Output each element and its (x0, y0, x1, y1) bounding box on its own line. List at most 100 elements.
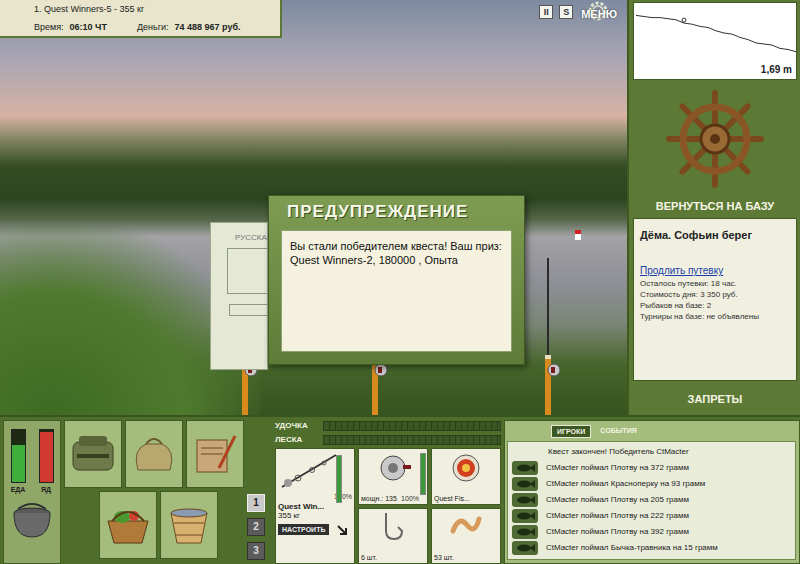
meter: ЯД (39, 429, 54, 493)
float-icon-part (575, 230, 581, 240)
fishing-rod-icon-part (378, 367, 382, 373)
helm-wheel-icon-part (710, 134, 720, 144)
log-tab[interactable]: СОБЫТИЯ (595, 425, 642, 438)
money-value: 74 488 967 руб. (175, 22, 241, 32)
money-label: Деньги: (137, 22, 169, 32)
base-info: Дёма. Софьин берегПродлить путевкуОстало… (633, 218, 797, 381)
pot-icon-part (14, 513, 50, 537)
rod-condition-fill (337, 456, 341, 502)
bag-icon-part (146, 439, 162, 444)
fish-icon-part (517, 512, 531, 519)
extend-permit-link[interactable]: Продлить путевку (640, 265, 790, 276)
fish-icon-part (517, 480, 531, 487)
meter-bars: ЕДА ЯД (11, 429, 54, 493)
log-tab[interactable]: ИГРОКИ (551, 425, 591, 438)
right-panel: 1,69 mВЕРНУТЬСЯ НА БАЗУДёма. Софьин бере… (627, 0, 800, 415)
return-base-button[interactable] (633, 80, 797, 198)
depth-segment (780, 48, 788, 49)
inventory-slot[interactable] (125, 420, 183, 488)
fish-icon-part (530, 512, 535, 520)
message-text: CtMacter поймал Бычка-травника на 15 гра… (546, 543, 718, 552)
float-marker (682, 18, 686, 22)
inventory-slot[interactable] (186, 420, 244, 488)
float-icon-part (575, 230, 581, 234)
hook-icon-part (386, 513, 402, 539)
depth-segment (740, 37, 748, 39)
top-button[interactable]: S (559, 5, 573, 19)
tension-label: ЛЕСКА (275, 435, 317, 444)
log-message: CtMacter поймал Красноперку на 93 грамм (512, 476, 791, 491)
time-value: 06:10 ЧТ (70, 22, 107, 32)
bans-button[interactable]: ЗАПРЕТЫ (633, 381, 797, 405)
meter: ЕДА (11, 429, 26, 493)
inventory-row (64, 420, 244, 488)
tension-track (323, 435, 501, 445)
reel-slot[interactable]: мощн.: 135100% (358, 448, 428, 505)
reel-condition-track (420, 453, 426, 495)
message-list: Квест закончен! Победитель CtMacter CtMac… (507, 441, 796, 560)
tension-bar: УДОЧКА (275, 420, 501, 431)
inventory-slot[interactable] (99, 491, 157, 559)
log-message: CtMacter поймал Бычка-травника на 15 гра… (512, 540, 791, 555)
fish-badge (512, 477, 538, 491)
reel-power: мощн.: 135 (361, 495, 397, 502)
inventory-slot[interactable] (64, 420, 122, 488)
bottom-panel: ЕДА ЯД 1 2 3 УДОЧКА ЛЕСКА 100%Quest Win...355 к… (0, 415, 800, 564)
depth-segment (652, 17, 660, 18)
tackle-bag-icon-part (73, 442, 113, 470)
menu-button[interactable]: МЕНЮ (579, 4, 619, 20)
top-button[interactable]: II (539, 5, 553, 19)
fishing-rod-icon (540, 258, 562, 415)
fish-icon (515, 527, 535, 537)
reel-icon-part (403, 465, 411, 469)
reel-row: мощн.: 135100% (361, 495, 425, 502)
reel-icon (373, 453, 413, 483)
bucket-icon-part (176, 535, 202, 536)
log-tabs: ИГРОКИ СОБЫТИЯ (505, 423, 796, 441)
meter-track (11, 429, 26, 483)
hook-slot[interactable]: 6 шт. (358, 508, 428, 564)
basket-icon-part (112, 512, 144, 521)
message-text: Квест закончен! Победитель CtMacter (548, 447, 689, 456)
depth-segment (772, 45, 780, 48)
fish-icon (515, 543, 535, 553)
rod-slot[interactable]: 100%Quest Win...355 кгНАСТРОИТЬ (275, 448, 355, 564)
time-label: Время: (34, 22, 64, 32)
rod-slot[interactable]: 3 (247, 542, 265, 560)
depth-segment (724, 33, 732, 34)
info-line: Стоимость дня: 3 350 руб. (640, 289, 790, 300)
rod-slot[interactable]: 1 (247, 494, 265, 512)
meter-track (39, 429, 54, 483)
return-base-label[interactable]: ВЕРНУТЬСЯ НА БАЗУ (633, 198, 797, 218)
depth-segment (644, 17, 652, 18)
rod-icon-part (322, 461, 326, 465)
rod-slot[interactable]: 2 (247, 518, 265, 536)
basket-icon (104, 503, 152, 547)
message-text: CtMacter поймал Плотву на 392 грамм (546, 527, 689, 536)
fish-badge (512, 509, 538, 523)
notebook-icon (191, 432, 239, 476)
bait-slot[interactable]: 53 шт. (431, 508, 501, 564)
setup-button[interactable]: НАСТРОИТЬ (278, 524, 329, 535)
fishing-rod-icon-part (551, 367, 555, 373)
location-name: Дёма. Софьин берег (640, 229, 790, 241)
fish-badge (512, 461, 538, 475)
log-message: CtMacter поймал Плотву на 372 грамм (512, 460, 791, 475)
rod-icon-part (284, 479, 292, 487)
lure-slot[interactable]: Quest Fis... (431, 448, 501, 505)
reel-icon-part (381, 456, 405, 480)
lure-icon-part (453, 455, 479, 481)
dialog-title: ПРЕДУПРЕЖДЕНИЕ (281, 202, 512, 222)
fish-icon-part (517, 464, 531, 471)
reel-icon-part (388, 463, 398, 473)
fish-badge (512, 493, 538, 507)
inventory-slot[interactable] (160, 491, 218, 559)
depth-segment (668, 19, 676, 20)
depth-segment (748, 40, 756, 43)
message-text: CtMacter поймал Плотву на 205 грамм (546, 495, 689, 504)
bait-icon (449, 511, 483, 541)
tension-track (323, 421, 501, 431)
meter-label: ЯД (41, 486, 51, 493)
fishing-rod-icon-part (545, 355, 551, 359)
depth-segment (692, 24, 700, 26)
